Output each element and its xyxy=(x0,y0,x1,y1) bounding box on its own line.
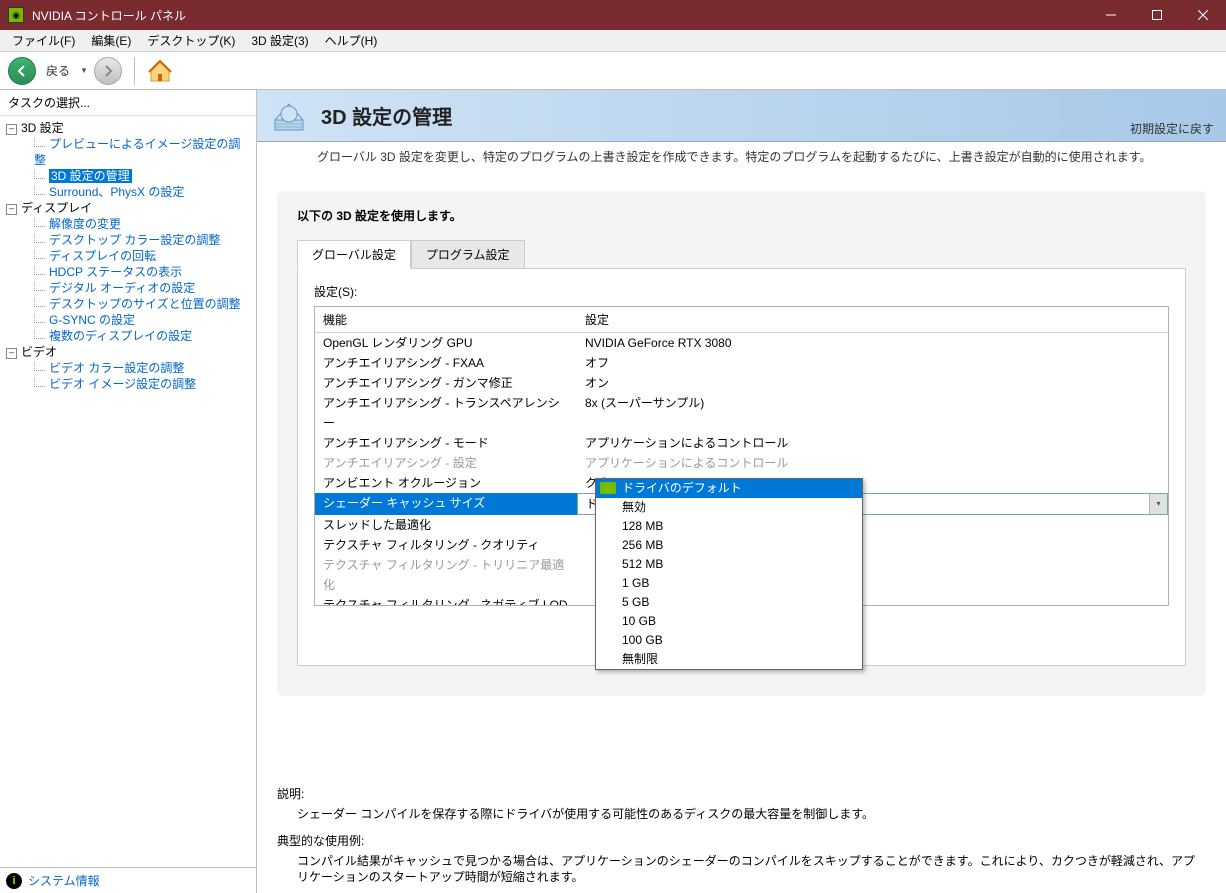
tab-program-settings[interactable]: プログラム設定 xyxy=(411,240,525,268)
system-info-link[interactable]: システム情報 xyxy=(28,872,100,889)
setting-value: NVIDIA GeForce RTX 3080 xyxy=(577,333,1168,353)
tree-group-3d[interactable]: 3D 設定 xyxy=(21,121,64,135)
grid-header: 機能 設定 xyxy=(315,307,1168,333)
menu-3d-settings[interactable]: 3D 設定(3) xyxy=(243,30,316,51)
menu-bar: ファイル(F) 編集(E) デスクトップ(K) 3D 設定(3) ヘルプ(H) xyxy=(0,30,1226,52)
setting-feature: アンチエイリアシング - トランスペアレンシー xyxy=(315,393,577,433)
shader-cache-dropdown[interactable]: ドライバのデフォルト無効128 MB256 MB512 MB1 GB5 GB10… xyxy=(595,478,863,670)
forward-button[interactable] xyxy=(94,57,122,85)
tabs-row: グローバル設定 プログラム設定 xyxy=(297,240,1186,268)
sidebar-item-hdcp[interactable]: HDCP ステータスの表示 xyxy=(49,265,182,279)
setting-feature: アンチエイリアシング - モード xyxy=(315,433,577,453)
toolbar-separator xyxy=(134,57,135,85)
window-title: NVIDIA コントロール パネル xyxy=(32,7,1088,24)
sidebar-item-preview-image[interactable]: プレビューによるイメージ設定の調整 xyxy=(34,137,240,167)
setting-value: アプリケーションによるコントロール xyxy=(577,453,1168,473)
settings-row[interactable]: アンチエイリアシング - モードアプリケーションによるコントロール xyxy=(315,433,1168,453)
column-setting[interactable]: 設定 xyxy=(577,307,1168,332)
setting-feature: スレッドした最適化 xyxy=(315,515,577,535)
setting-feature: アンチエイリアシング - FXAA xyxy=(315,353,577,373)
settings-row[interactable]: アンチエイリアシング - 設定アプリケーションによるコントロール xyxy=(315,453,1168,473)
setting-value: オフ xyxy=(577,353,1168,373)
sidebar-item-surround-physx[interactable]: Surround、PhysX の設定 xyxy=(49,185,184,199)
back-button[interactable] xyxy=(8,57,36,85)
dropdown-option[interactable]: 無効 xyxy=(596,498,862,517)
setting-feature: テクスチャ フィルタリング - ネガティブ LOD バイアス xyxy=(315,595,577,606)
back-dropdown-arrow[interactable]: ▼ xyxy=(80,66,88,75)
settings-row[interactable]: アンチエイリアシング - FXAAオフ xyxy=(315,353,1168,373)
setting-feature: アンビエント オクルージョン xyxy=(315,473,577,493)
tree-group-video[interactable]: ビデオ xyxy=(21,345,57,359)
setting-feature: テクスチャ フィルタリング - クオリティ xyxy=(315,535,577,555)
usage-label: 典型的な使用例: xyxy=(277,832,1206,849)
setting-value: アプリケーションによるコントロール xyxy=(577,433,1168,453)
sidebar-item-multi-display[interactable]: 複数のディスプレイの設定 xyxy=(49,329,192,343)
setting-value: 8x (スーパーサンプル) xyxy=(577,393,1168,433)
dropdown-option[interactable]: 128 MB xyxy=(596,517,862,536)
sidebar-footer: i システム情報 xyxy=(0,867,256,893)
title-bar: NVIDIA コントロール パネル xyxy=(0,0,1226,30)
menu-help[interactable]: ヘルプ(H) xyxy=(317,30,386,51)
usage-text: コンパイル結果がキャッシュで見つかる場合は、アプリケーションのシェーダーのコンパ… xyxy=(297,853,1206,885)
sidebar-item-video-image[interactable]: ビデオ イメージ設定の調整 xyxy=(49,377,196,391)
sidebar-item-video-color[interactable]: ビデオ カラー設定の調整 xyxy=(49,361,184,375)
nav-toolbar: 戻る ▼ xyxy=(0,52,1226,90)
menu-file[interactable]: ファイル(F) xyxy=(4,30,83,51)
explain-label: 説明: xyxy=(277,785,1206,802)
column-feature[interactable]: 機能 xyxy=(315,307,577,332)
setting-feature: シェーダー キャッシュ サイズ xyxy=(315,493,577,515)
minimize-button[interactable] xyxy=(1088,0,1134,30)
page-header-icon xyxy=(269,96,309,136)
dropdown-option[interactable]: 無制限 xyxy=(596,650,862,669)
sidebar-item-digital-audio[interactable]: デジタル オーディオの設定 xyxy=(49,281,195,295)
sidebar-item-rotate-display[interactable]: ディスプレイの回転 xyxy=(49,249,156,263)
bottom-sections: 説明: シェーダー コンパイルを保存する際にドライバが使用する可能性のあるディス… xyxy=(257,767,1226,893)
tree-toggle-3d[interactable]: − xyxy=(6,124,17,135)
tree-group-display[interactable]: ディスプレイ xyxy=(21,201,92,215)
setting-feature: OpenGL レンダリング GPU xyxy=(315,333,577,353)
page-header: 3D 設定の管理 初期設定に戻す xyxy=(257,90,1226,142)
dropdown-option[interactable]: 1 GB xyxy=(596,574,862,593)
page-description: グローバル 3D 設定を変更し、特定のプログラムの上書き設定を作成できます。特定… xyxy=(257,142,1226,171)
sidebar-item-desktop-color[interactable]: デスクトップ カラー設定の調整 xyxy=(49,233,220,247)
tree-toggle-display[interactable]: − xyxy=(6,204,17,215)
task-tree: −3D 設定 プレビューによるイメージ設定の調整 3D 設定の管理 Surrou… xyxy=(0,116,256,867)
dropdown-option[interactable]: 100 GB xyxy=(596,631,862,650)
sidebar-item-gsync[interactable]: G-SYNC の設定 xyxy=(49,313,135,327)
setting-feature: アンチエイリアシング - ガンマ修正 xyxy=(315,373,577,393)
page-title: 3D 設定の管理 xyxy=(321,101,1130,130)
settings-row[interactable]: アンチエイリアシング - トランスペアレンシー8x (スーパーサンプル) xyxy=(315,393,1168,433)
tree-toggle-video[interactable]: − xyxy=(6,348,17,359)
dropdown-option[interactable]: ドライバのデフォルト xyxy=(596,479,862,498)
menu-edit[interactable]: 編集(E) xyxy=(83,30,139,51)
dropdown-option[interactable]: 5 GB xyxy=(596,593,862,612)
tab-global-settings[interactable]: グローバル設定 xyxy=(297,240,411,269)
setting-feature: アンチエイリアシング - 設定 xyxy=(315,453,577,473)
sidebar-item-resolution[interactable]: 解像度の変更 xyxy=(49,217,121,231)
info-icon: i xyxy=(6,873,22,889)
dropdown-arrow-icon[interactable]: ▾ xyxy=(1149,494,1167,514)
settings-row[interactable]: OpenGL レンダリング GPUNVIDIA GeForce RTX 3080 xyxy=(315,333,1168,353)
dropdown-option[interactable]: 10 GB xyxy=(596,612,862,631)
home-icon[interactable] xyxy=(147,58,173,84)
setting-feature: テクスチャ フィルタリング - トリリニア最適化 xyxy=(315,555,577,595)
sidebar-item-manage-3d[interactable]: 3D 設定の管理 xyxy=(49,169,132,183)
maximize-button[interactable] xyxy=(1134,0,1180,30)
menu-desktop[interactable]: デスクトップ(K) xyxy=(139,30,243,51)
close-button[interactable] xyxy=(1180,0,1226,30)
setting-value: オン xyxy=(577,373,1168,393)
dropdown-option[interactable]: 512 MB xyxy=(596,555,862,574)
panel-title: 以下の 3D 設定を使用します。 xyxy=(297,207,1186,224)
sidebar: タスクの選択... −3D 設定 プレビューによるイメージ設定の調整 3D 設定… xyxy=(0,90,257,893)
app-icon xyxy=(8,7,24,23)
restore-defaults-link[interactable]: 初期設定に戻す xyxy=(1130,120,1214,137)
settings-row[interactable]: アンチエイリアシング - ガンマ修正オン xyxy=(315,373,1168,393)
sidebar-item-desktop-size[interactable]: デスクトップのサイズと位置の調整 xyxy=(49,297,241,311)
back-label[interactable]: 戻る xyxy=(46,62,70,79)
explain-text: シェーダー コンパイルを保存する際にドライバが使用する可能性のあるディスクの最大… xyxy=(297,806,1206,822)
settings-label: 設定(S): xyxy=(314,283,1169,300)
dropdown-option[interactable]: 256 MB xyxy=(596,536,862,555)
sidebar-header: タスクの選択... xyxy=(0,90,256,116)
